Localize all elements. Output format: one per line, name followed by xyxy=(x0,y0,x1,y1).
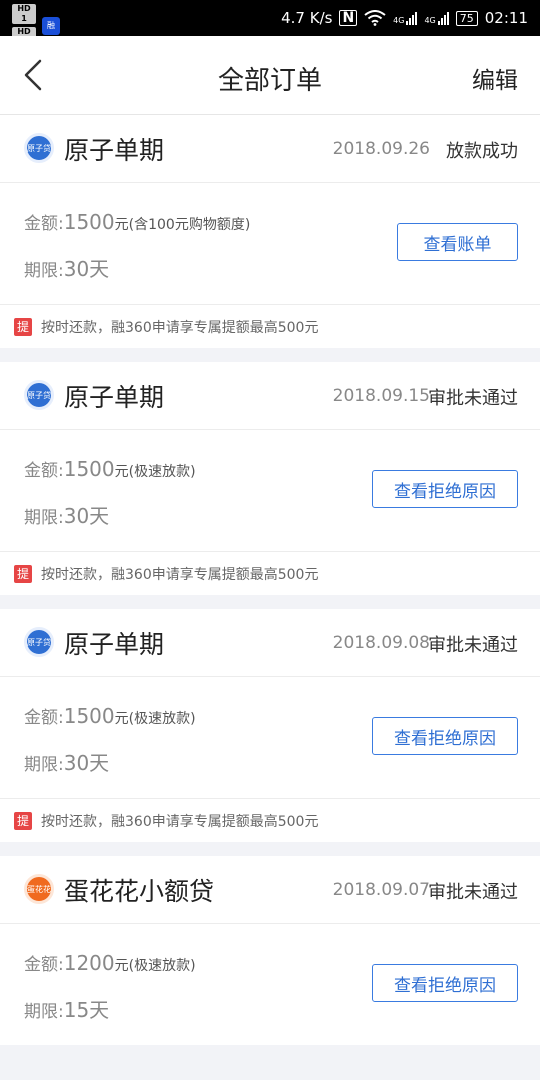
net-speed: 4.7 K/s xyxy=(281,9,333,27)
yuanzi-logo-icon: 原子贷 xyxy=(24,380,54,410)
order-card: 原子贷 原子单期 2018.09.26 放款成功 金额:1500元(含100元购… xyxy=(0,115,540,348)
app-notification-icon: 融 xyxy=(42,16,60,35)
nav-header: 全部订单 编辑 xyxy=(0,36,540,115)
status-right: 4.7 K/s N 4G 4G 75 02:11 xyxy=(281,0,528,36)
order-date: 2018.09.08 xyxy=(332,633,430,653)
product-name: 原子单期 xyxy=(64,630,165,659)
tip-row[interactable]: 提 按时还款，融360申请享专属提额最高500元 xyxy=(0,799,540,842)
order-header[interactable]: 原子贷 原子单期 2018.09.26 放款成功 xyxy=(0,115,540,183)
amount-note: 元(极速放款) xyxy=(114,711,196,727)
term-label: 期限: xyxy=(24,508,64,528)
term-label: 期限: xyxy=(24,261,64,281)
amount-note: 元(极速放款) xyxy=(114,464,196,480)
signal2-label: 4G xyxy=(424,16,436,25)
tip-badge-icon: 提 xyxy=(14,317,32,336)
tip-text: 按时还款，融360申请享专属提额最高500元 xyxy=(41,319,319,336)
amount-row: 金额:1200元(极速放款) xyxy=(24,950,196,975)
term-label: 期限: xyxy=(24,755,64,775)
term-value: 30天 xyxy=(63,257,110,281)
amount-value: 1500 xyxy=(63,704,115,728)
view-rejection-reason-button[interactable]: 查看拒绝原因 xyxy=(372,964,518,1002)
amount-label: 金额: xyxy=(24,708,64,728)
clock: 02:11 xyxy=(484,9,528,27)
amount-label: 金额: xyxy=(24,214,64,234)
battery-icon: 75 xyxy=(455,10,478,26)
wifi-icon xyxy=(364,10,386,26)
order-card: 蛋花花 蛋花花小额贷 2018.09.07 审批未通过 金额:1200元(极速放… xyxy=(0,856,540,1045)
signal1-icon xyxy=(406,11,418,25)
amount-value: 1200 xyxy=(63,951,115,975)
term-value: 30天 xyxy=(63,751,110,775)
order-body: 金额:1200元(极速放款) 期限:15天 查看拒绝原因 xyxy=(0,924,540,1045)
order-body: 金额:1500元(极速放款) 期限:30天 查看拒绝原因 xyxy=(0,677,540,799)
order-header[interactable]: 原子贷 原子单期 2018.09.08 审批未通过 xyxy=(0,609,540,677)
order-status: 审批未通过 xyxy=(428,882,518,903)
term-row: 期限:15天 xyxy=(24,994,109,1023)
hd1-icon: HD 1 xyxy=(12,4,36,24)
order-status: 审批未通过 xyxy=(428,635,518,656)
tip-row[interactable]: 提 按时还款，融360申请享专属提额最高500元 xyxy=(0,305,540,348)
order-card: 原子贷 原子单期 2018.09.08 审批未通过 金额:1500元(极速放款)… xyxy=(0,609,540,842)
order-date: 2018.09.26 xyxy=(332,139,430,159)
term-label: 期限: xyxy=(24,1002,64,1022)
amount-row: 金额:1500元(极速放款) xyxy=(24,456,196,481)
tip-text: 按时还款，融360申请享专属提额最高500元 xyxy=(41,813,319,830)
tip-text: 按时还款，融360申请享专属提额最高500元 xyxy=(41,566,319,583)
term-value: 15天 xyxy=(63,998,110,1022)
term-row: 期限:30天 xyxy=(24,500,109,529)
amount-row: 金额:1500元(极速放款) xyxy=(24,703,196,728)
signal2-icon xyxy=(437,11,449,25)
order-body: 金额:1500元(极速放款) 期限:30天 查看拒绝原因 xyxy=(0,430,540,552)
yuanzi-logo-icon: 原子贷 xyxy=(24,133,54,163)
amount-label: 金额: xyxy=(24,955,64,975)
amount-note: 元(极速放款) xyxy=(114,958,196,974)
status-bar: HD 1 HD 2 融 4.7 K/s N 4G 4G 75 02:11 xyxy=(0,0,540,47)
order-body: 金额:1500元(含100元购物额度) 期限:30天 查看账单 xyxy=(0,183,540,305)
order-date: 2018.09.15 xyxy=(332,386,430,406)
order-status: 审批未通过 xyxy=(428,388,518,409)
page-title: 全部订单 xyxy=(217,66,322,96)
order-header[interactable]: 原子贷 原子单期 2018.09.15 审批未通过 xyxy=(0,362,540,430)
tip-row[interactable]: 提 按时还款，融360申请享专属提额最高500元 xyxy=(0,552,540,595)
view-rejection-reason-button[interactable]: 查看拒绝原因 xyxy=(372,717,518,755)
danhuahua-logo-icon: 蛋花花 xyxy=(24,874,54,904)
order-date: 2018.09.07 xyxy=(332,880,430,900)
amount-value: 1500 xyxy=(63,457,115,481)
term-row: 期限:30天 xyxy=(24,747,109,776)
view-rejection-reason-button[interactable]: 查看拒绝原因 xyxy=(372,470,518,508)
amount-value: 1500 xyxy=(63,210,115,234)
order-status: 放款成功 xyxy=(446,141,518,162)
signal1-label: 4G xyxy=(393,16,405,25)
tip-badge-icon: 提 xyxy=(14,811,32,830)
yuanzi-logo-icon: 原子贷 xyxy=(24,627,54,657)
order-card: 原子贷 原子单期 2018.09.15 审批未通过 金额:1500元(极速放款)… xyxy=(0,362,540,595)
term-value: 30天 xyxy=(63,504,110,528)
product-name: 原子单期 xyxy=(64,383,165,412)
signal1: 4G xyxy=(393,11,418,25)
product-name: 蛋花花小额贷 xyxy=(64,877,215,906)
order-header[interactable]: 蛋花花 蛋花花小额贷 2018.09.07 审批未通过 xyxy=(0,856,540,924)
amount-label: 金额: xyxy=(24,461,64,481)
amount-row: 金额:1500元(含100元购物额度) xyxy=(24,209,250,234)
nfc-icon: N xyxy=(339,10,358,26)
product-name: 原子单期 xyxy=(64,136,165,165)
tip-badge-icon: 提 xyxy=(14,564,32,583)
term-row: 期限:30天 xyxy=(24,253,109,282)
edit-button[interactable]: 编辑 xyxy=(472,61,518,95)
view-bill-button[interactable]: 查看账单 xyxy=(397,223,518,261)
signal2: 4G xyxy=(424,11,449,25)
amount-note: 元(含100元购物额度) xyxy=(114,217,251,233)
